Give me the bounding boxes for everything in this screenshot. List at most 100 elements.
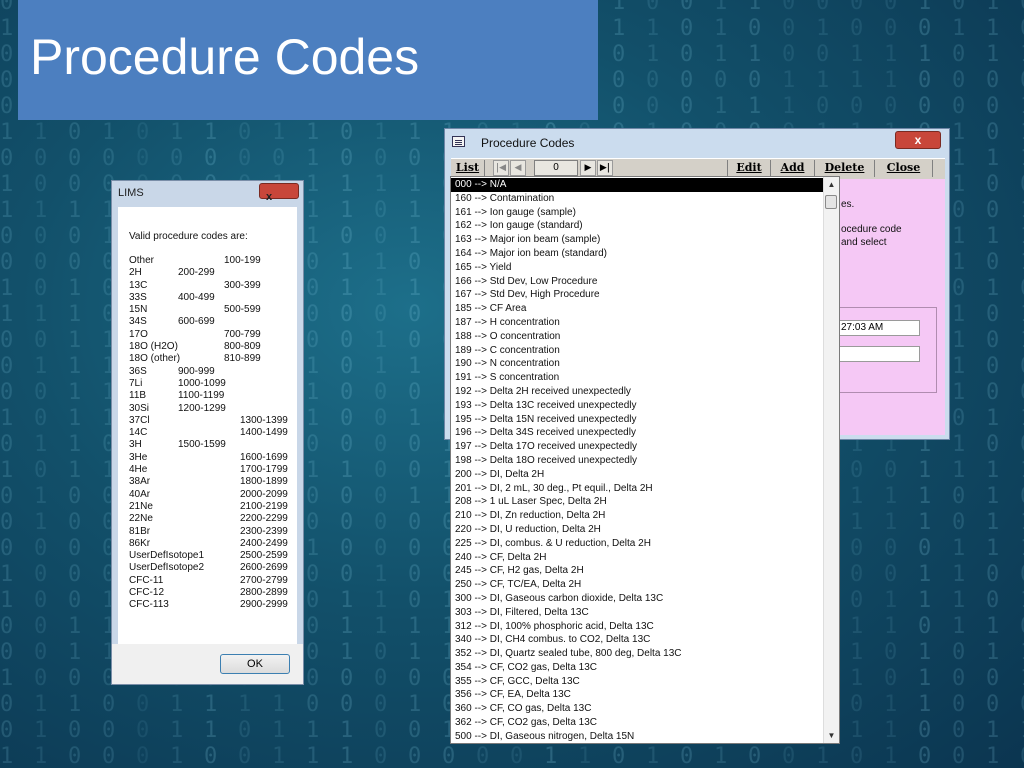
next-record-button[interactable]: ▶: [580, 160, 596, 176]
list-item[interactable]: 250 --> CF, TC/EA, Delta 2H: [451, 578, 824, 592]
list-item[interactable]: 165 --> Yield: [451, 261, 824, 275]
list-item[interactable]: 360 --> CF, CO gas, Delta 13C: [451, 702, 824, 716]
code-range: 500-599: [224, 304, 261, 316]
list-item[interactable]: 188 --> O concentration: [451, 330, 824, 344]
lims-close-button[interactable]: x: [259, 183, 299, 203]
procedure-window-title: Procedure Codes: [481, 136, 575, 150]
isotope-name: 13C: [129, 279, 148, 291]
detail-input-field[interactable]: [838, 346, 920, 362]
list-button[interactable]: List: [451, 160, 485, 177]
procedure-code-dropdown-list[interactable]: 000 --> N/A 160 --> Contamination 161 --> …: [450, 176, 840, 744]
background-digit-column: 0 1 0 0 0 1 0 1 1 0 0 1 1 0 0 0 1 0 1 0 …: [0, 0, 14, 768]
scrollbar-thumb[interactable]: [825, 195, 837, 209]
isotope-name: UserDefIsotope1: [129, 550, 205, 562]
add-button-label: Add: [780, 161, 805, 174]
isotope-name: 40Ar: [129, 488, 151, 500]
list-item[interactable]: 163 --> Major ion beam (sample): [451, 233, 824, 247]
isotope-name: 7Li: [129, 377, 143, 389]
list-item[interactable]: 189 --> C concentration: [451, 344, 824, 358]
list-item[interactable]: 162 --> Ion gauge (standard): [451, 219, 824, 233]
list-item[interactable]: 245 --> CF, H2 gas, Delta 2H: [451, 564, 824, 578]
last-record-icon: ▶|: [599, 163, 611, 173]
background-digit-column: 0 0 1 0 1 1 1 0 1 1 1 0 1 1 0 0 1 0 1 0 …: [1020, 0, 1024, 768]
procedure-code-row: CFC-12 2800-2899: [129, 587, 299, 599]
list-item[interactable]: 354 --> CF, CO2 gas, Delta 13C: [451, 661, 824, 675]
procedure-window-close-button[interactable]: x: [895, 131, 941, 149]
procedure-detail-panel: es. ocedure code and select 27:03 AM: [837, 179, 945, 435]
detail-group-box: 27:03 AM: [837, 307, 937, 393]
list-item[interactable]: 167 --> Std Dev, High Procedure: [451, 288, 824, 302]
list-item[interactable]: 303 --> DI, Filtered, Delta 13C: [451, 606, 824, 620]
procedure-code-row: 36S 900-999: [129, 366, 299, 378]
list-item[interactable]: 362 --> CF, CO2 gas, Delta 13C: [451, 716, 824, 730]
edit-button[interactable]: Edit: [727, 160, 771, 177]
list-item[interactable]: 193 --> Delta 13C received unexpectedly: [451, 399, 824, 413]
procedure-code-row: 18O (other) 810-899: [129, 353, 299, 365]
isotope-name: 17O: [129, 328, 148, 340]
first-record-button[interactable]: |◀: [493, 160, 509, 176]
list-item[interactable]: 000 --> N/A: [451, 178, 824, 192]
dropdown-scrollbar[interactable]: ▲ ▼: [823, 177, 839, 743]
code-range: 2400-2499: [240, 537, 288, 549]
list-item[interactable]: 312 --> DI, 100% phosphoric acid, Delta …: [451, 620, 824, 634]
list-item[interactable]: 198 --> Delta 18O received unexpectedly: [451, 454, 824, 468]
list-item[interactable]: 196 --> Delta 34S received unexpectedly: [451, 426, 824, 440]
list-item[interactable]: 240 --> CF, Delta 2H: [451, 551, 824, 565]
procedure-code-row: 13C 300-399: [129, 280, 299, 292]
code-range: 200-299: [178, 267, 215, 279]
ok-button[interactable]: OK: [220, 654, 290, 674]
list-item[interactable]: 191 --> S concentration: [451, 371, 824, 385]
list-item[interactable]: 200 --> DI, Delta 2H: [451, 468, 824, 482]
record-number-field[interactable]: 0: [534, 160, 578, 176]
edit-button-label: Edit: [736, 161, 762, 174]
list-item[interactable]: 197 --> Delta 17O received unexpectedly: [451, 440, 824, 454]
list-item[interactable]: 185 --> CF Area: [451, 302, 824, 316]
lims-intro-text: Valid procedure codes are:: [129, 231, 248, 242]
procedure-code-row: 21Ne 2100-2199: [129, 501, 299, 513]
list-item[interactable]: 352 --> DI, Quartz sealed tube, 800 deg,…: [451, 647, 824, 661]
list-item[interactable]: 192 --> Delta 2H received unexpectedly: [451, 385, 824, 399]
list-item[interactable]: 355 --> CF, GCC, Delta 13C: [451, 675, 824, 689]
list-item[interactable]: 161 --> Ion gauge (sample): [451, 206, 824, 220]
close-icon: x: [914, 133, 922, 147]
detail-text-2: ocedure code: [841, 224, 902, 235]
list-item[interactable]: 500 --> DI, Gaseous nitrogen, Delta 15N: [451, 730, 824, 744]
list-item[interactable]: 166 --> Std Dev, Low Procedure: [451, 275, 824, 289]
procedure-code-row: 7Li 1000-1099: [129, 378, 299, 390]
scroll-up-arrow-icon[interactable]: ▲: [824, 177, 839, 192]
scroll-down-arrow-icon[interactable]: ▼: [824, 728, 839, 743]
first-record-icon: |◀: [495, 163, 507, 173]
delete-button[interactable]: Delete: [815, 160, 875, 177]
previous-record-button[interactable]: ◀: [510, 160, 526, 176]
list-item[interactable]: 300 --> DI, Gaseous carbon dioxide, Delt…: [451, 592, 824, 606]
list-item[interactable]: 190 --> N concentration: [451, 357, 824, 371]
list-item[interactable]: 187 --> H concentration: [451, 316, 824, 330]
code-range: 2900-2999: [240, 599, 288, 611]
background-digit-column: 1 1 1 0 0 0 1 0 0 1 0 1 0 0 0 0 1 0 1 1 …: [986, 0, 1000, 768]
code-range: 1400-1499: [240, 427, 288, 439]
list-item[interactable]: 356 --> CF, EA, Delta 13C: [451, 688, 824, 702]
code-range: 2800-2899: [240, 587, 288, 599]
procedure-code-row: 11B 1100-1199: [129, 390, 299, 402]
list-item[interactable]: 201 --> DI, 2 mL, 30 deg., Pt equil., De…: [451, 482, 824, 496]
list-item[interactable]: 225 --> DI, combus. & U reduction, Delta…: [451, 537, 824, 551]
isotope-name: 3He: [129, 451, 148, 463]
next-record-icon: ▶: [584, 163, 592, 173]
isotope-name: 81Br: [129, 525, 151, 537]
list-item[interactable]: 220 --> DI, U reduction, Delta 2H: [451, 523, 824, 537]
list-item[interactable]: 164 --> Major ion beam (standard): [451, 247, 824, 261]
last-record-button[interactable]: ▶|: [597, 160, 613, 176]
code-range: 1500-1599: [178, 439, 226, 451]
list-item[interactable]: 160 --> Contamination: [451, 192, 824, 206]
add-button[interactable]: Add: [771, 160, 815, 177]
procedure-code-row: 33S 400-499: [129, 292, 299, 304]
list-item[interactable]: 340 --> DI, CH4 combus. to CO2, Delta 13…: [451, 633, 824, 647]
detail-text-1: es.: [841, 199, 855, 210]
list-item[interactable]: 208 --> 1 uL Laser Spec, Delta 2H: [451, 495, 824, 509]
slide-title: Procedure Codes: [30, 29, 420, 85]
list-item[interactable]: 210 --> DI, Zn reduction, Delta 2H: [451, 509, 824, 523]
close-button[interactable]: Close: [875, 160, 933, 177]
isotope-name: 3H: [129, 439, 142, 451]
list-item[interactable]: 195 --> Delta 15N received unexpectedly: [451, 413, 824, 427]
time-field[interactable]: 27:03 AM: [838, 320, 920, 336]
